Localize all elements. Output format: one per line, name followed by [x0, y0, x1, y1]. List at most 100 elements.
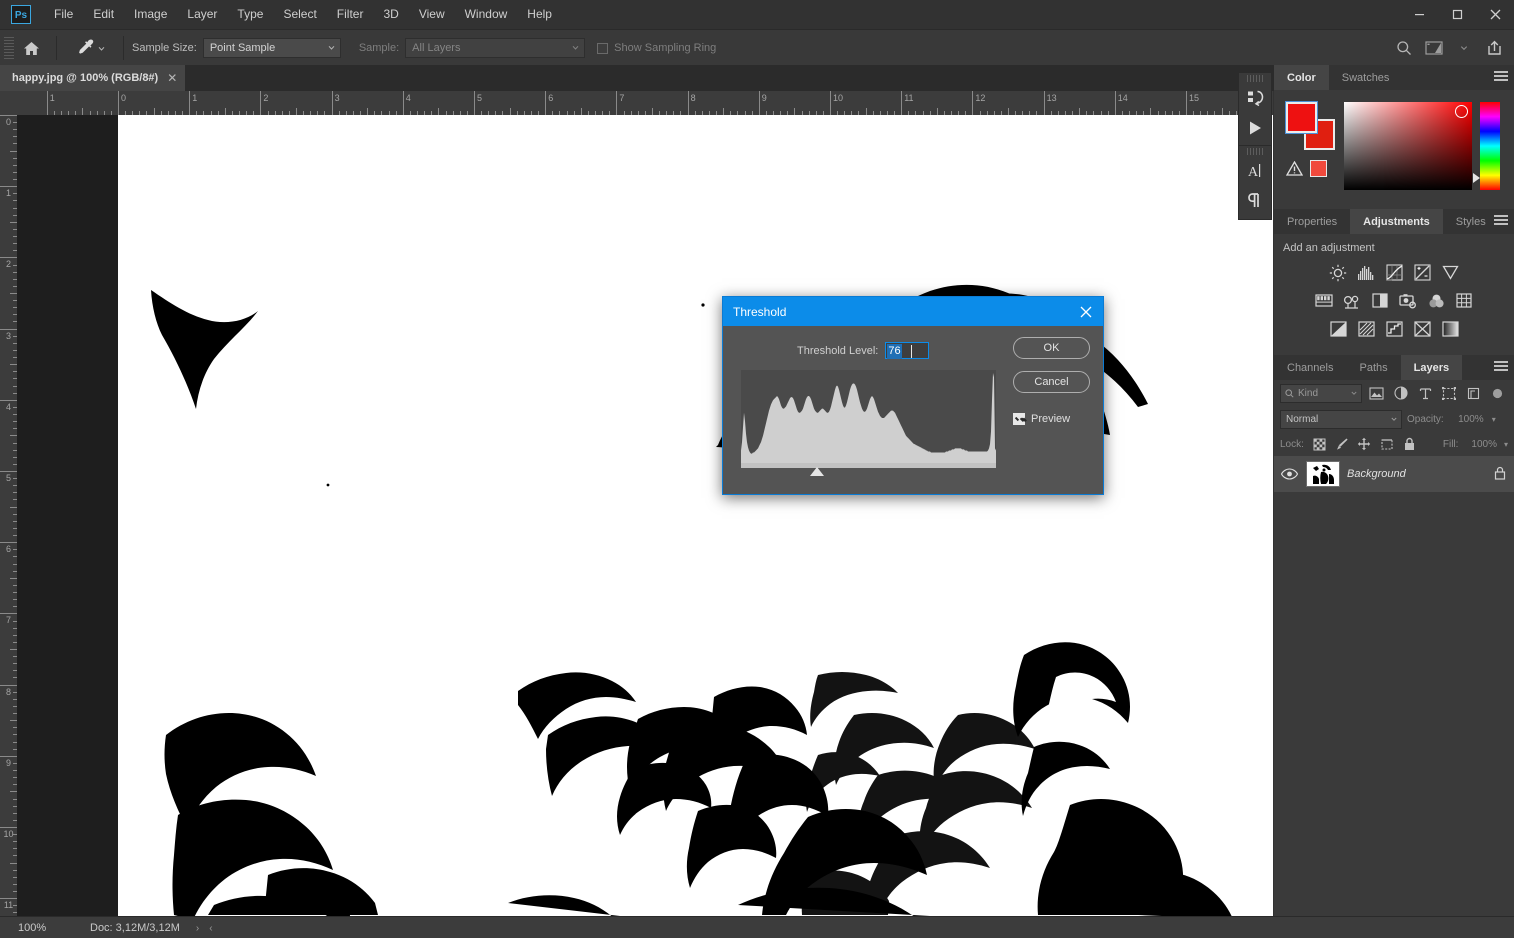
- layer-thumbnail[interactable]: [1306, 461, 1340, 487]
- vertical-ruler[interactable]: 01234567891011: [0, 115, 18, 916]
- shape-filter-icon[interactable]: [1439, 384, 1459, 403]
- hue-marker[interactable]: [1473, 173, 1480, 183]
- blend-mode-select[interactable]: Normal: [1280, 410, 1402, 429]
- lock-transparency-icon[interactable]: [1310, 435, 1329, 453]
- panel-menu-icon[interactable]: [1494, 361, 1508, 373]
- close-icon[interactable]: ✕: [167, 71, 177, 85]
- opacity-chevron-down-icon[interactable]: ▾: [1492, 415, 1496, 424]
- photo-filter-adjustment[interactable]: [1397, 289, 1420, 312]
- gradient-map-adjustment[interactable]: [1439, 317, 1462, 340]
- chevron-down-icon[interactable]: [1450, 34, 1478, 62]
- zoom-level[interactable]: 100%: [0, 922, 62, 934]
- menu-3d[interactable]: 3D: [373, 0, 408, 29]
- invert-adjustment[interactable]: [1327, 317, 1350, 340]
- tab-channels[interactable]: Channels: [1274, 355, 1346, 380]
- black-white-adjustment[interactable]: [1369, 289, 1392, 312]
- eye-icon[interactable]: [1279, 464, 1299, 484]
- status-expand-icon[interactable]: ›: [196, 923, 199, 934]
- threshold-level-input[interactable]: 76: [885, 342, 929, 359]
- mini-dock-grip-2[interactable]: [1247, 148, 1263, 155]
- paragraph-icon[interactable]: [1239, 186, 1271, 216]
- posterize-adjustment[interactable]: [1355, 317, 1378, 340]
- menu-file[interactable]: File: [44, 0, 83, 29]
- threshold-dialog-titlebar[interactable]: Threshold: [723, 297, 1103, 326]
- lock-icon[interactable]: [1494, 466, 1506, 483]
- lock-all-icon[interactable]: [1400, 435, 1419, 453]
- tab-paths[interactable]: Paths: [1346, 355, 1400, 380]
- foreground-color-swatch[interactable]: [1286, 102, 1317, 133]
- channel-mixer-adjustment[interactable]: [1425, 289, 1448, 312]
- vibrance-adjustment[interactable]: [1439, 261, 1462, 284]
- sample-size-select[interactable]: Point Sample: [203, 38, 341, 58]
- threshold-slider-handle[interactable]: [810, 467, 824, 476]
- canvas-area[interactable]: [17, 115, 1273, 916]
- tab-swatches[interactable]: Swatches: [1329, 65, 1403, 90]
- threshold-dialog[interactable]: Threshold Threshold Level: 76 OK Cancel: [722, 296, 1104, 495]
- filter-toggle-icon[interactable]: [1488, 384, 1508, 403]
- brightness-contrast-adjustment[interactable]: [1327, 261, 1350, 284]
- active-tool-preset[interactable]: [75, 35, 115, 61]
- options-bar-grip[interactable]: [4, 37, 14, 59]
- document-tab[interactable]: happy.jpg @ 100% (RGB/8#) ✕: [0, 65, 186, 91]
- minimize-button[interactable]: [1400, 0, 1438, 29]
- horizontal-ruler[interactable]: 01234567891011121314151: [17, 91, 1273, 116]
- threshold-adjustment[interactable]: [1383, 317, 1406, 340]
- tab-color[interactable]: Color: [1274, 65, 1329, 90]
- maximize-button[interactable]: [1438, 0, 1476, 29]
- lock-position-icon[interactable]: [1355, 435, 1374, 453]
- menu-help[interactable]: Help: [517, 0, 562, 29]
- home-button[interactable]: [14, 31, 48, 65]
- ruler-origin[interactable]: [0, 91, 18, 116]
- fill-chevron-down-icon[interactable]: ▾: [1504, 440, 1508, 449]
- ok-button[interactable]: OK: [1013, 337, 1090, 359]
- gamut-warning[interactable]: [1286, 160, 1327, 177]
- curves-adjustment[interactable]: [1383, 261, 1406, 284]
- tab-layers[interactable]: Layers: [1401, 355, 1462, 380]
- menu-edit[interactable]: Edit: [83, 0, 124, 29]
- tab-properties[interactable]: Properties: [1274, 209, 1350, 234]
- layer-filter-kind-select[interactable]: Kind: [1280, 384, 1362, 403]
- lock-artboard-icon[interactable]: [1378, 435, 1397, 453]
- exposure-adjustment[interactable]: [1411, 261, 1434, 284]
- pixel-filter-icon[interactable]: [1366, 384, 1386, 403]
- menu-select[interactable]: Select: [273, 0, 326, 29]
- smart-object-filter-icon[interactable]: [1463, 384, 1483, 403]
- menu-image[interactable]: Image: [124, 0, 177, 29]
- mini-dock-grip[interactable]: [1247, 75, 1263, 82]
- menu-window[interactable]: Window: [455, 0, 518, 29]
- gamut-alt-swatch[interactable]: [1310, 160, 1327, 177]
- adjustment-filter-icon[interactable]: [1391, 384, 1411, 403]
- color-field[interactable]: [1344, 102, 1472, 190]
- search-icon[interactable]: [1390, 34, 1418, 62]
- layer-row-background[interactable]: Background: [1274, 456, 1514, 492]
- workspace-icon[interactable]: [1420, 34, 1448, 62]
- close-button[interactable]: [1476, 0, 1514, 29]
- panel-menu-icon[interactable]: [1494, 215, 1508, 227]
- sample-select[interactable]: All Layers: [405, 38, 585, 58]
- fill-value[interactable]: 100%: [1464, 436, 1500, 453]
- panel-menu-icon[interactable]: [1494, 71, 1508, 83]
- selective-color-adjustment[interactable]: [1411, 317, 1434, 340]
- menu-layer[interactable]: Layer: [177, 0, 227, 29]
- share-icon[interactable]: [1480, 34, 1508, 62]
- character-icon[interactable]: A: [1239, 156, 1271, 186]
- tab-adjustments[interactable]: Adjustments: [1350, 209, 1443, 234]
- levels-adjustment[interactable]: [1355, 261, 1378, 284]
- preview-checkbox[interactable]: Preview: [1013, 413, 1070, 425]
- type-filter-icon[interactable]: [1415, 384, 1435, 403]
- menu-view[interactable]: View: [409, 0, 455, 29]
- hue-saturation-adjustment[interactable]: [1313, 289, 1336, 312]
- tab-styles[interactable]: Styles: [1443, 209, 1499, 234]
- lock-image-icon[interactable]: [1333, 435, 1352, 453]
- menu-filter[interactable]: Filter: [327, 0, 374, 29]
- show-sampling-ring-checkbox[interactable]: Show Sampling Ring: [597, 42, 722, 54]
- layer-name[interactable]: Background: [1347, 468, 1487, 480]
- status-collapse-icon[interactable]: ‹: [209, 923, 212, 934]
- color-field-marker[interactable]: [1455, 105, 1468, 118]
- history-icon[interactable]: [1239, 83, 1271, 113]
- cancel-button[interactable]: Cancel: [1013, 371, 1090, 393]
- hue-slider[interactable]: [1480, 102, 1500, 190]
- color-balance-adjustment[interactable]: [1341, 289, 1364, 312]
- image-canvas[interactable]: [118, 115, 1273, 916]
- color-lookup-adjustment[interactable]: [1453, 289, 1476, 312]
